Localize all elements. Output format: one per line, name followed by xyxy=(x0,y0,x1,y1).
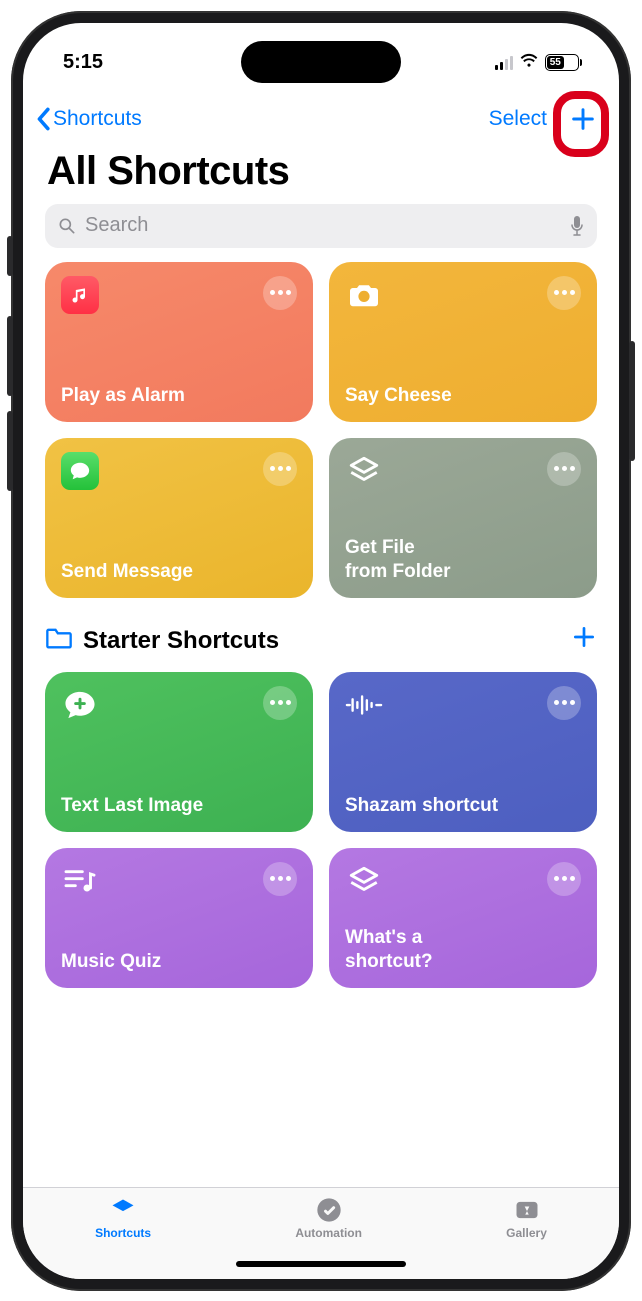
back-button[interactable]: Shortcuts xyxy=(35,107,142,131)
select-button[interactable]: Select xyxy=(489,107,547,131)
tab-shortcuts[interactable]: Shortcuts xyxy=(95,1196,151,1240)
card-more-button[interactable] xyxy=(547,862,581,896)
shortcut-card-whats-a-shortcut[interactable]: What's a shortcut? xyxy=(329,848,597,988)
shortcuts-grid: Play as Alarm Say Cheese xyxy=(45,262,597,598)
title-row: All Shortcuts xyxy=(23,143,619,204)
status-right: 55 xyxy=(495,50,579,76)
card-label: Send Message xyxy=(61,560,297,584)
page-title: All Shortcuts xyxy=(47,149,595,194)
volume-down-button xyxy=(7,411,13,491)
card-more-button[interactable] xyxy=(263,686,297,720)
music-list-icon xyxy=(61,862,99,900)
camera-icon xyxy=(345,276,383,314)
card-more-button[interactable] xyxy=(547,686,581,720)
nav-bar: Shortcuts Select xyxy=(23,93,619,143)
messages-app-icon xyxy=(61,452,99,490)
search-placeholder: Search xyxy=(85,214,561,237)
back-label: Shortcuts xyxy=(53,107,142,131)
battery-level: 55 xyxy=(547,56,564,69)
tab-gallery[interactable]: Gallery xyxy=(506,1196,547,1240)
shortcut-card-music-quiz[interactable]: Music Quiz xyxy=(45,848,313,988)
card-label: What's a shortcut? xyxy=(345,926,581,974)
folder-icon xyxy=(45,626,73,655)
section-header: Starter Shortcuts xyxy=(45,624,597,658)
home-indicator[interactable] xyxy=(236,1261,406,1267)
tab-label: Gallery xyxy=(506,1226,547,1240)
shortcut-card-play-as-alarm[interactable]: Play as Alarm xyxy=(45,262,313,422)
waveform-icon xyxy=(345,686,383,724)
search-wrap: Search xyxy=(23,204,619,262)
screen: 5:15 55 Shortcuts Select xyxy=(23,23,619,1279)
tab-label: Automation xyxy=(295,1226,362,1240)
mic-icon[interactable] xyxy=(569,215,585,237)
gallery-tab-icon xyxy=(512,1196,542,1224)
section-title: Starter Shortcuts xyxy=(83,627,279,655)
shortcut-card-shazam[interactable]: Shazam shortcut xyxy=(329,672,597,832)
automation-tab-icon xyxy=(314,1196,344,1224)
search-icon xyxy=(57,216,77,236)
starter-grid: Text Last Image Shazam shortcut xyxy=(45,672,597,832)
search-input[interactable]: Search xyxy=(45,204,597,248)
cellular-icon xyxy=(495,56,513,70)
add-shortcut-button[interactable] xyxy=(565,101,601,137)
shortcut-card-get-file[interactable]: Get File from Folder xyxy=(329,438,597,598)
shortcut-card-send-message[interactable]: Send Message xyxy=(45,438,313,598)
card-label: Say Cheese xyxy=(345,384,581,408)
starter-grid-row2: Music Quiz What's a shortcut? xyxy=(45,848,597,988)
wifi-icon xyxy=(519,50,539,76)
layers-icon xyxy=(345,862,383,900)
card-more-button[interactable] xyxy=(263,862,297,896)
layers-icon xyxy=(345,452,383,490)
shortcuts-tab-icon xyxy=(108,1196,138,1224)
volume-up-button xyxy=(7,316,13,396)
chevron-left-icon xyxy=(35,107,51,131)
section-add-button[interactable] xyxy=(571,624,597,658)
card-more-button[interactable] xyxy=(547,452,581,486)
tab-label: Shortcuts xyxy=(95,1226,151,1240)
card-label: Shazam shortcut xyxy=(345,794,581,818)
side-button xyxy=(7,236,13,276)
status-time: 5:15 xyxy=(63,51,103,74)
shortcut-card-say-cheese[interactable]: Say Cheese xyxy=(329,262,597,422)
dynamic-island xyxy=(241,41,401,83)
content-area: Play as Alarm Say Cheese xyxy=(23,262,619,1187)
speech-plus-icon xyxy=(61,686,99,724)
card-more-button[interactable] xyxy=(263,276,297,310)
plus-icon xyxy=(569,105,597,133)
card-label: Music Quiz xyxy=(61,950,297,974)
power-button xyxy=(629,341,635,461)
card-label: Text Last Image xyxy=(61,794,297,818)
music-app-icon xyxy=(61,276,99,314)
tab-automation[interactable]: Automation xyxy=(295,1196,362,1240)
card-label: Get File from Folder xyxy=(345,536,581,584)
battery-icon: 55 xyxy=(545,54,579,71)
card-label: Play as Alarm xyxy=(61,384,297,408)
card-more-button[interactable] xyxy=(547,276,581,310)
plus-icon xyxy=(571,624,597,650)
shortcut-card-text-last-image[interactable]: Text Last Image xyxy=(45,672,313,832)
phone-frame: 5:15 55 Shortcuts Select xyxy=(11,11,631,1291)
card-more-button[interactable] xyxy=(263,452,297,486)
